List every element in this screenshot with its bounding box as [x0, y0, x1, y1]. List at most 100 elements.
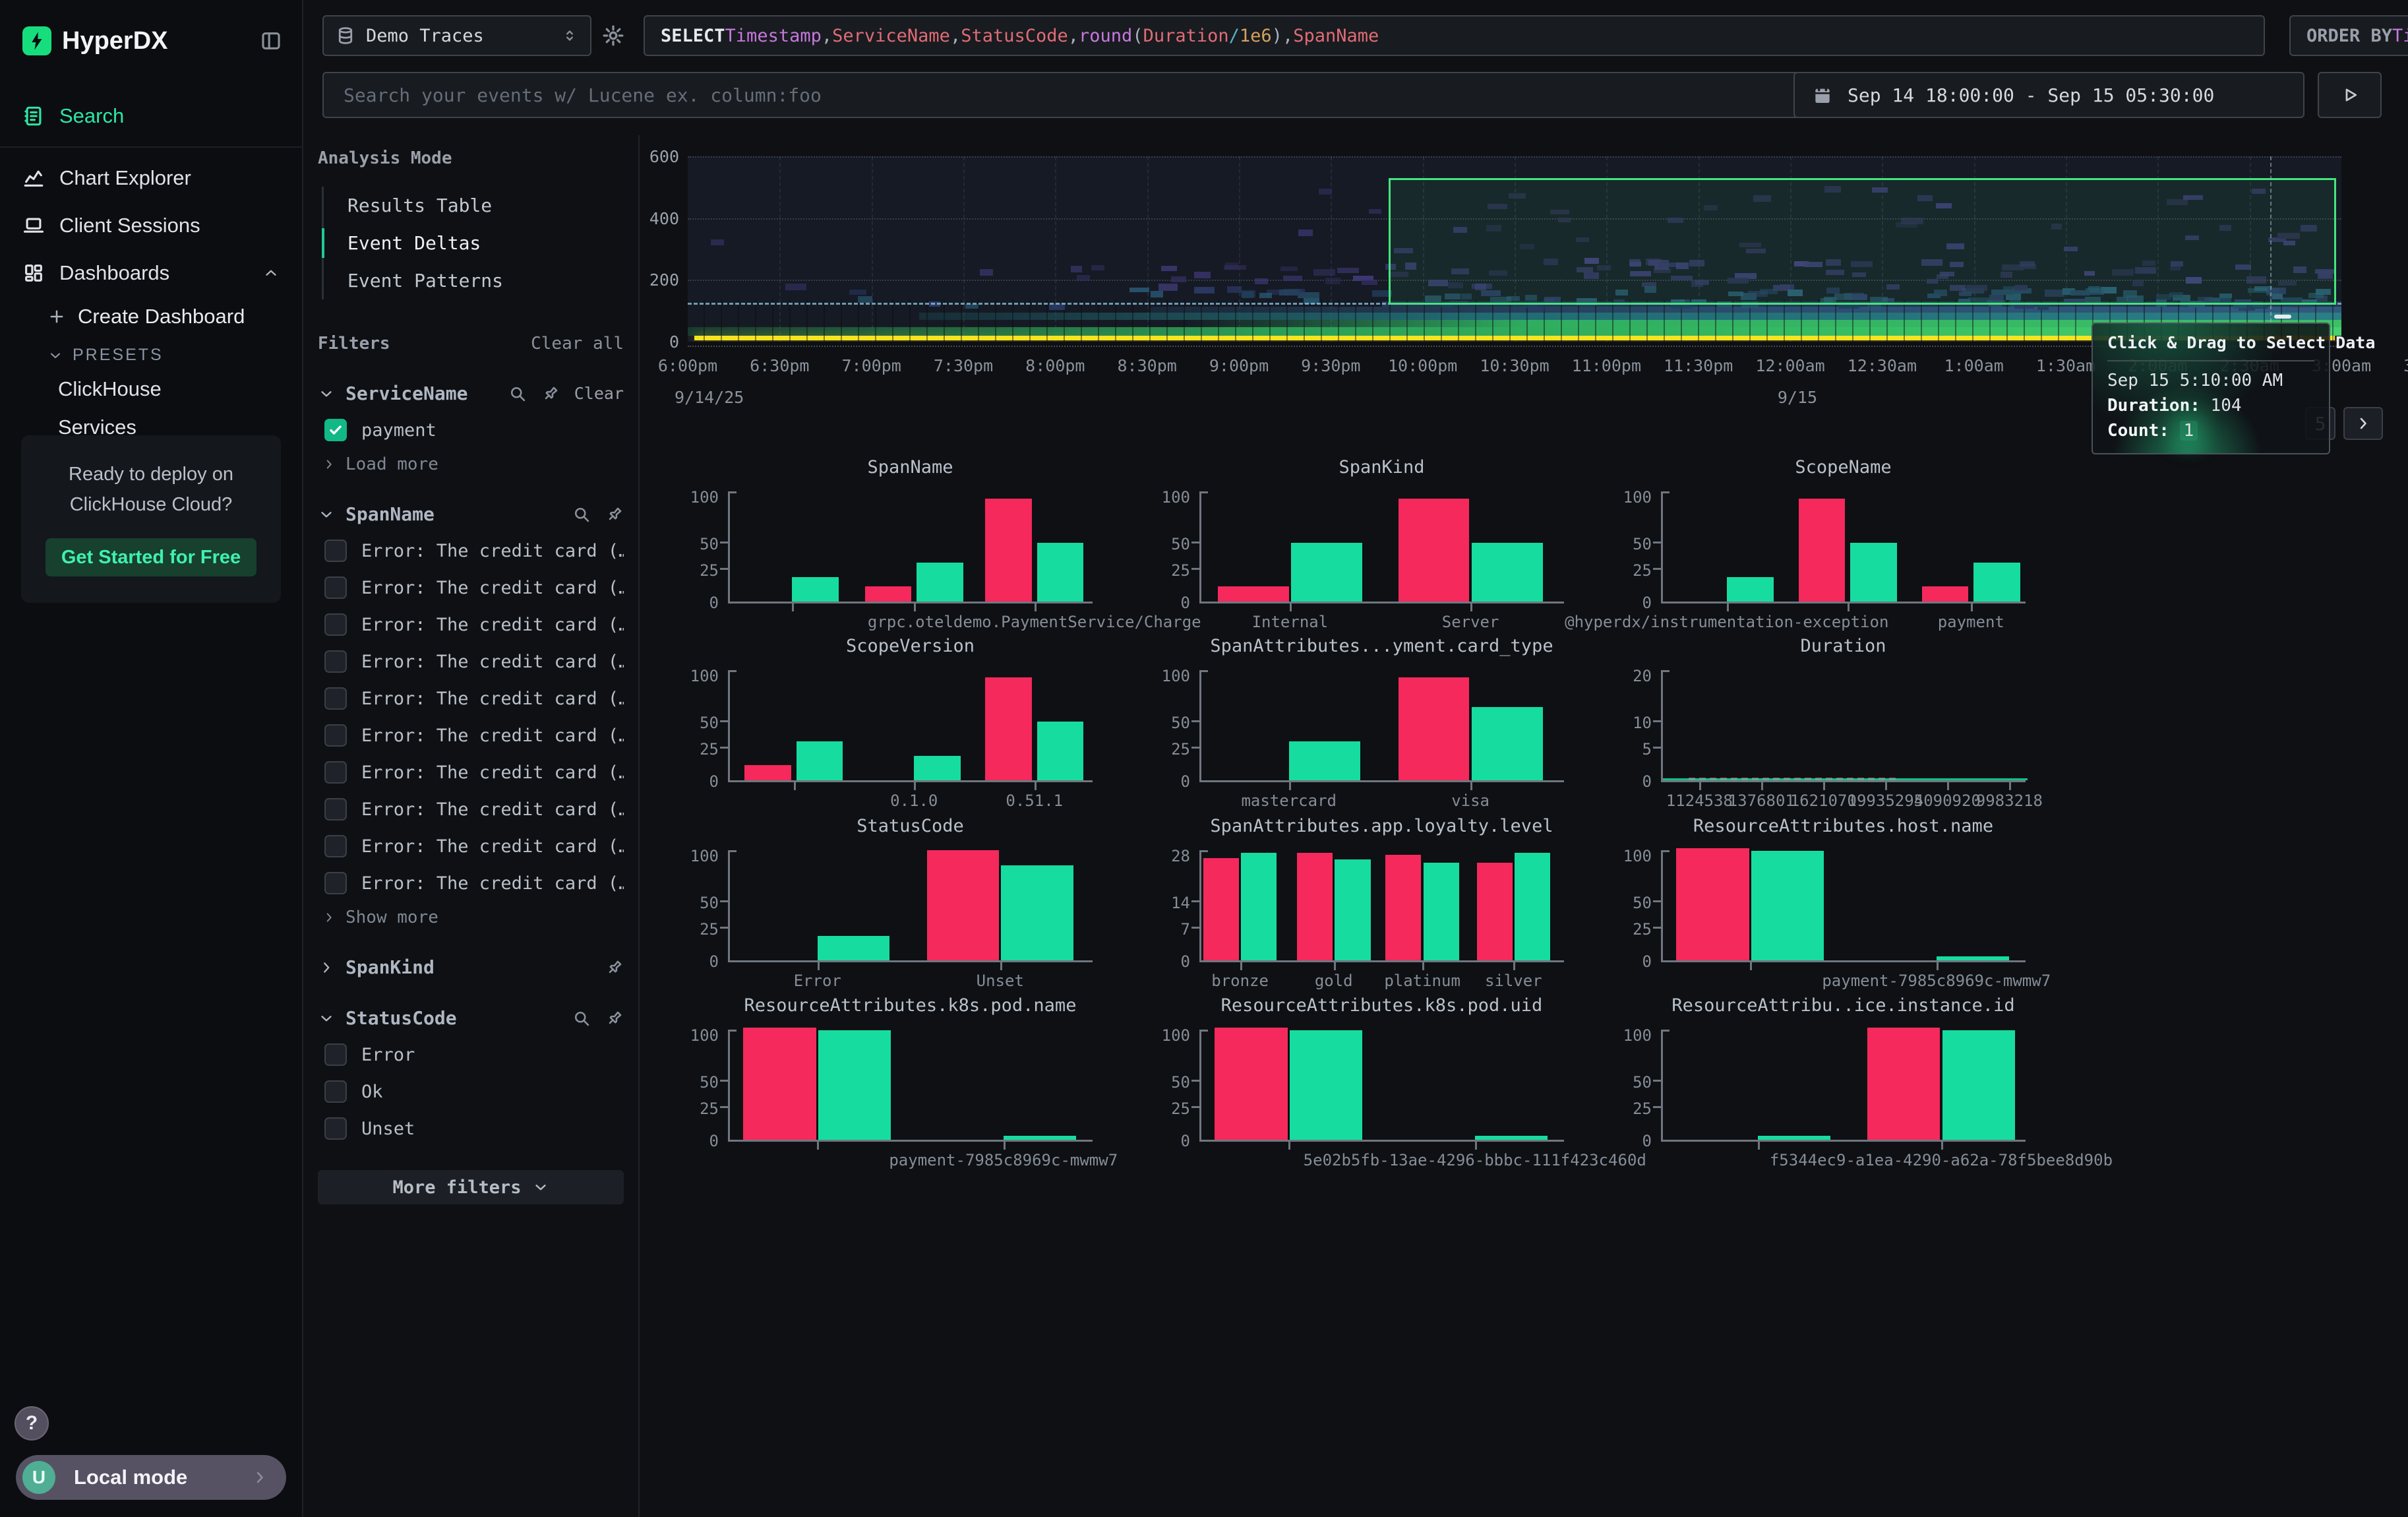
filter-checkbox-item[interactable]: Error: The credit card (… — [324, 540, 624, 562]
chevron-right-icon — [2354, 414, 2372, 433]
chevron-down-icon — [532, 1179, 549, 1196]
clear-filter-button[interactable]: Clear — [574, 384, 624, 403]
sidebar-item-client-sessions[interactable]: Client Sessions — [0, 202, 302, 249]
chart-y-tick-label: 100 — [670, 1026, 719, 1045]
filter-checkbox-item[interactable]: Error — [324, 1043, 624, 1066]
checkbox[interactable] — [324, 613, 347, 636]
chart-x-tick — [1470, 604, 1472, 611]
chart-plot: InternalServer — [1199, 491, 1564, 604]
order-by-input[interactable]: ORDER BY Timestamp DESC — [2289, 15, 2408, 56]
chart-y-tick — [720, 900, 728, 902]
chart-x-tick-label: 1376801 — [1728, 791, 1795, 810]
sidebar-item-dashboards[interactable]: Dashboards — [0, 249, 302, 297]
preset-dashboard-clickhouse[interactable]: ClickHouse — [47, 370, 302, 408]
search-input[interactable] — [344, 84, 1935, 106]
clickhouse-cloud-promo-card: Ready to deploy on ClickHouse Cloud? Get… — [21, 435, 281, 603]
chart-y-tick — [1653, 747, 1661, 749]
run-query-button[interactable] — [2318, 72, 2382, 118]
chart-x-tick-label: f5344ec9-a1ea-4290-a62a-78f5bee8d90b — [1770, 1151, 2113, 1169]
delta-bar-inlier — [818, 1030, 891, 1140]
pin-icon[interactable] — [605, 505, 624, 524]
filter-checkbox-item[interactable]: Error: The credit card (… — [324, 872, 624, 894]
tooltip-row: Count: 1 — [2107, 421, 2314, 441]
sql-select-input[interactable]: SELECT Timestamp, ServiceName, StatusCod… — [644, 15, 2265, 56]
sidebar-item-chart-explorer[interactable]: Chart Explorer — [0, 154, 302, 202]
get-started-button[interactable]: Get Started for Free — [45, 538, 256, 576]
delta-bar-outlier — [927, 850, 999, 960]
load-more-link[interactable]: Load more — [322, 454, 624, 474]
filter-group-header[interactable]: ServiceNameClear — [318, 383, 624, 404]
more-filters-button[interactable]: More filters — [318, 1170, 624, 1204]
selection-region[interactable] — [1389, 178, 2336, 305]
checkbox[interactable] — [324, 835, 347, 857]
sidebar-item-search[interactable]: Search — [0, 92, 302, 140]
filter-group-actions — [572, 505, 624, 524]
heatmap-y-tick-label: 0 — [642, 332, 679, 352]
clear-all-filters-button[interactable]: Clear all — [531, 334, 624, 354]
filter-group-header[interactable]: SpanKind — [318, 956, 624, 978]
filter-checkbox-item[interactable]: Error: The credit card (… — [324, 724, 624, 747]
checkbox[interactable] — [324, 687, 347, 710]
chart-x-tick-label: 0.1.0 — [890, 791, 938, 810]
checkbox[interactable] — [324, 872, 347, 894]
checkbox[interactable] — [324, 798, 347, 820]
search-icon[interactable] — [508, 385, 527, 403]
filter-item-label: Error: The credit card (… — [361, 726, 624, 746]
chart-title: ScopeVersion — [728, 636, 1093, 656]
duration-heatmap[interactable] — [688, 156, 2341, 342]
filter-checkbox-item[interactable]: Error: The credit card (… — [324, 613, 624, 636]
filter-checkbox-item[interactable]: Error: The credit card (… — [324, 835, 624, 857]
search-icon[interactable] — [572, 505, 591, 524]
pin-icon[interactable] — [541, 385, 560, 403]
filter-group-header[interactable]: StatusCode — [318, 1007, 624, 1029]
chart-y-tick-label: 100 — [1141, 488, 1190, 507]
delta-bar-inlier — [1424, 863, 1459, 960]
pin-icon[interactable] — [605, 958, 624, 977]
filter-checkbox-item[interactable]: Error: The credit card (… — [324, 576, 624, 599]
date-range-picker[interactable]: Sep 14 18:00:00 - Sep 15 05:30:00 — [1793, 72, 2304, 118]
checkbox[interactable] — [324, 1117, 347, 1140]
checkbox[interactable] — [324, 724, 347, 747]
create-dashboard-button[interactable]: Create Dashboard — [47, 297, 302, 336]
presets-section-toggle[interactable]: PRESETS — [47, 336, 302, 370]
filter-checkbox-item[interactable]: Error: The credit card (… — [324, 761, 624, 784]
database-icon — [336, 26, 355, 46]
promo-text-line1: Ready to deploy on — [37, 459, 265, 489]
pin-icon[interactable] — [605, 1009, 624, 1028]
checkbox[interactable] — [324, 1080, 347, 1103]
analysis-tab-event-deltas[interactable]: Event Deltas — [324, 224, 624, 262]
checkbox[interactable] — [324, 650, 347, 673]
source-select[interactable]: Demo Traces — [322, 15, 591, 56]
heatmap-tooltip: Click & Drag to Select Data Sep 15 5:10:… — [2092, 323, 2330, 454]
filter-checkbox-item[interactable]: Ok — [324, 1080, 624, 1103]
chevron-right-icon — [251, 1468, 269, 1487]
filter-checkbox-item[interactable]: Error: The credit card (… — [324, 687, 624, 710]
filter-checkbox-item[interactable]: payment — [324, 419, 624, 441]
next-page-button[interactable] — [2343, 407, 2383, 440]
heatmap-x-tick-label: 10:00pm — [1388, 356, 1457, 375]
filter-checkbox-item[interactable]: Error: The credit card (… — [324, 798, 624, 820]
filter-checkbox-item[interactable]: Error: The credit card (… — [324, 650, 624, 673]
checkbox[interactable] — [324, 1043, 347, 1066]
chart-title: ScopeName — [1661, 457, 2026, 478]
filter-checkbox-item[interactable]: Unset — [324, 1117, 624, 1140]
search-icon[interactable] — [572, 1009, 591, 1028]
help-button[interactable]: ? — [15, 1406, 49, 1440]
checkbox[interactable] — [324, 576, 347, 599]
checkbox[interactable] — [324, 540, 347, 562]
delta-bar-outlier — [1399, 499, 1470, 602]
heatmap-cell — [1091, 265, 1104, 270]
chart-x-tick — [817, 1142, 819, 1150]
user-menu[interactable]: U Local mode — [16, 1455, 286, 1500]
filter-group-header[interactable]: SpanName — [318, 503, 624, 525]
analysis-tab-event-patterns[interactable]: Event Patterns — [324, 262, 624, 299]
load-more-link[interactable]: Show more — [322, 908, 624, 927]
analysis-tab-results-table[interactable]: Results Table — [324, 187, 624, 224]
heatmap-x-tick-label: 7:30pm — [934, 356, 993, 375]
gear-icon[interactable] — [601, 24, 625, 47]
checkbox[interactable] — [324, 419, 347, 441]
checkbox[interactable] — [324, 761, 347, 784]
delta-bar-outlier — [1477, 863, 1513, 960]
collapse-sidebar-icon[interactable] — [260, 30, 282, 52]
chart-x-tick-label: 1124538 — [1666, 791, 1733, 810]
